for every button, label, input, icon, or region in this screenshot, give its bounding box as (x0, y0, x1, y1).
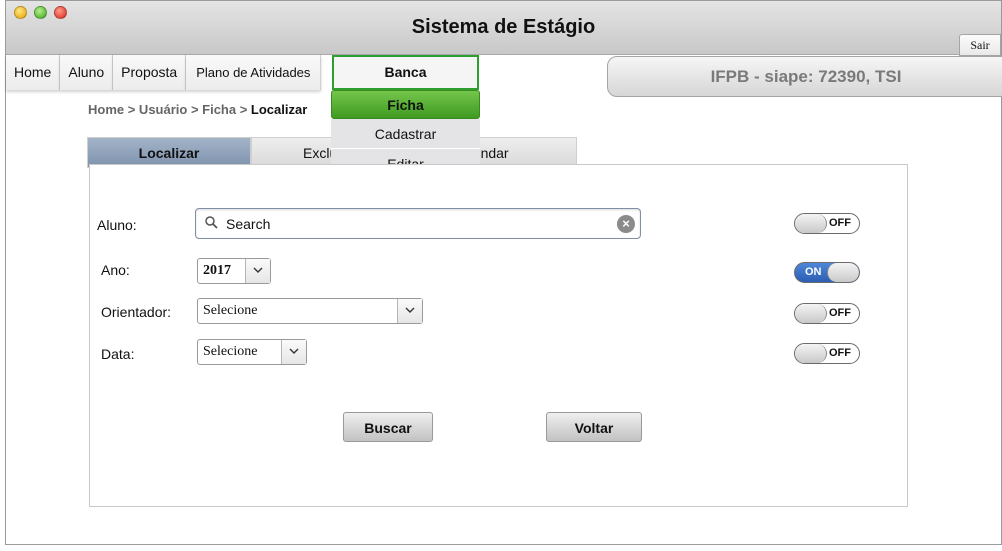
buscar-button[interactable]: Buscar (343, 412, 433, 442)
orientador-filter-toggle[interactable]: OFF (794, 303, 860, 324)
title-bar: Sistema de Estágio Sair (6, 1, 1001, 56)
nav-item-plano-de-atividades[interactable]: Plano de Atividades (186, 55, 322, 90)
toggle-state: ON (805, 266, 822, 278)
nav-item-proposta[interactable]: Proposta (113, 55, 187, 90)
search-placeholder: Search (226, 216, 271, 232)
toggle-knob (827, 263, 859, 282)
orientador-select-value: Selecione (203, 303, 258, 318)
ano-select-value: 2017 (203, 263, 231, 278)
voltar-button[interactable]: Voltar (546, 412, 642, 442)
breadcrumb: Home > Usuário > Ficha > Localizar (88, 102, 307, 117)
data-label: Data: (101, 346, 135, 362)
toggle-state: OFF (829, 347, 851, 359)
data-select[interactable]: Selecione (197, 339, 307, 365)
ano-label: Ano: (101, 262, 130, 278)
breadcrumb-trail[interactable]: Home > Usuário > Ficha > (88, 102, 251, 117)
toggle-state: OFF (829, 307, 851, 319)
user-info-box: IFPB - siape: 72390, TSI (607, 56, 1002, 97)
app-window: Sistema de Estágio Sair Home Aluno Propo… (5, 0, 1002, 545)
nav-item-banca[interactable]: Banca (332, 55, 479, 90)
search-icon (205, 216, 218, 229)
aluno-search-input[interactable]: Search × (195, 208, 641, 239)
chevron-down-icon (245, 259, 270, 283)
chevron-down-icon (397, 299, 422, 323)
toggle-knob (795, 344, 827, 363)
aluno-label: Aluno: (97, 217, 137, 233)
toggle-state: OFF (829, 217, 851, 229)
menu-item-cadastrar[interactable]: Cadastrar (331, 119, 480, 149)
orientador-select[interactable]: Selecione (197, 298, 423, 324)
chevron-down-icon (281, 340, 306, 364)
ano-filter-toggle[interactable]: ON (794, 262, 860, 283)
breadcrumb-current: Localizar (250, 102, 308, 117)
ano-select[interactable]: 2017 (197, 258, 271, 284)
clear-search-icon[interactable]: × (617, 215, 635, 233)
aluno-filter-toggle[interactable]: OFF (794, 213, 860, 234)
data-filter-toggle[interactable]: OFF (794, 343, 860, 364)
main-nav: Home Aluno Proposta Plano de Atividades (6, 55, 322, 90)
nav-item-aluno[interactable]: Aluno (60, 55, 114, 90)
data-select-value: Selecione (203, 344, 258, 359)
logout-button[interactable]: Sair (959, 34, 1001, 56)
orientador-label: Orientador: (101, 304, 172, 320)
app-title: Sistema de Estágio (411, 16, 596, 38)
toggle-knob (795, 214, 827, 233)
toggle-knob (795, 304, 827, 323)
menu-item-ficha[interactable]: Ficha (331, 90, 480, 119)
nav-item-home[interactable]: Home (6, 55, 61, 90)
